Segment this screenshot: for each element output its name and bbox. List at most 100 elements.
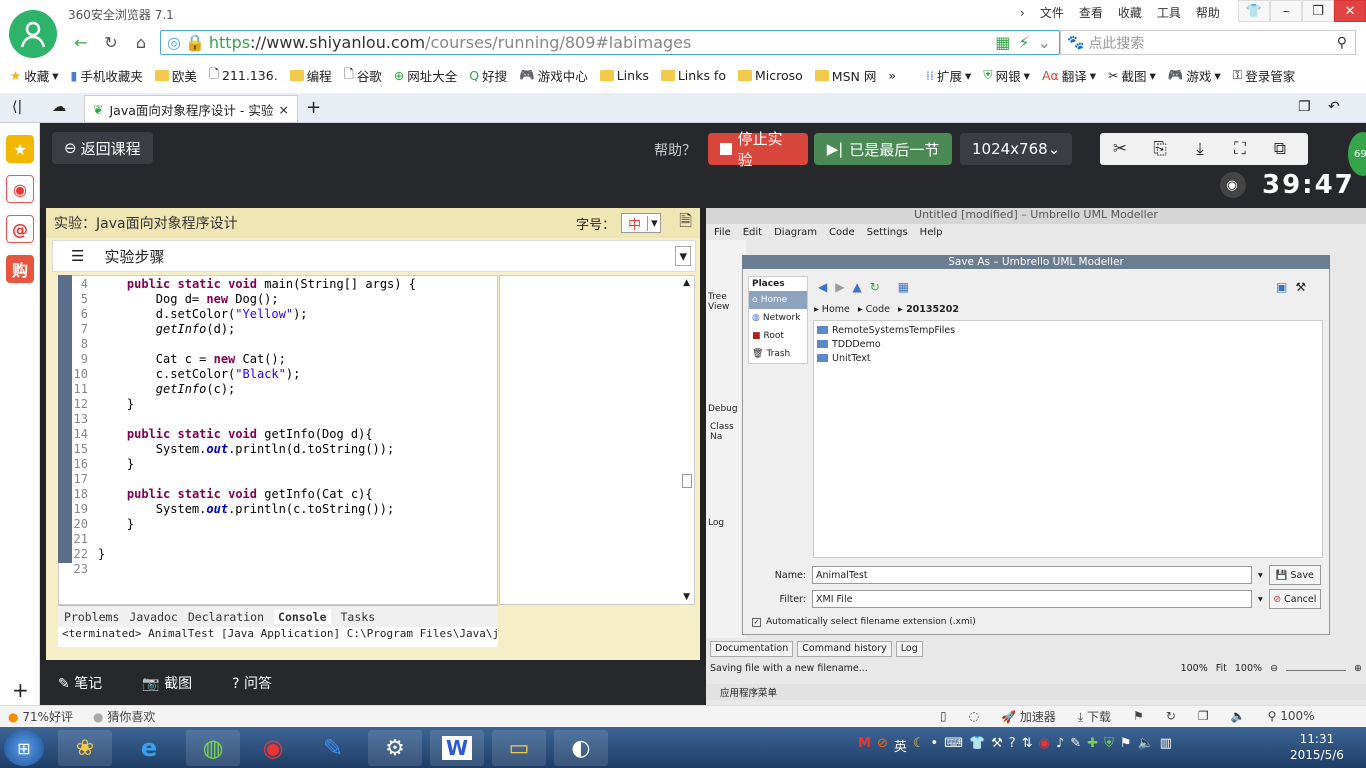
crumb-home[interactable]: ▸ Home bbox=[814, 304, 850, 315]
cancel-button[interactable]: ⊘ Cancel bbox=[1268, 589, 1321, 609]
tab-close-icon[interactable]: × bbox=[279, 102, 289, 117]
bookmark-games[interactable]: 🎮 游戏中心 bbox=[519, 66, 588, 85]
tab-list-icon[interactable]: ❐ bbox=[1298, 99, 1311, 115]
guess-you-like[interactable]: ● 猜你喜欢 bbox=[93, 708, 155, 725]
zoom-out-icon[interactable]: ⊖ bbox=[1270, 663, 1278, 679]
tray-volume-icon[interactable]: 🔈 bbox=[1137, 736, 1153, 755]
tray-arrows-icon[interactable]: ⇅ bbox=[1022, 736, 1033, 755]
tray-netease-icon[interactable]: ◉ bbox=[1039, 736, 1050, 755]
tray-help-icon[interactable]: ? bbox=[1009, 736, 1016, 755]
fit-button[interactable]: Fit bbox=[1216, 663, 1227, 679]
bookmark-google[interactable]: 🗋 谷歌 bbox=[344, 65, 382, 86]
chevron-down-icon[interactable]: ▾ bbox=[1258, 570, 1263, 581]
qa-button[interactable]: ? 问答 bbox=[232, 673, 272, 693]
vm-app-menu[interactable]: 应用程序菜单 bbox=[720, 685, 777, 699]
list-icon[interactable]: ☰ bbox=[71, 247, 84, 265]
weibo-icon[interactable]: ◉ bbox=[6, 175, 34, 203]
place-root[interactable]: ■ Root bbox=[749, 327, 807, 345]
taskbar-360-browser-icon[interactable]: ◍ bbox=[186, 730, 240, 766]
taskbar-clock[interactable]: 11:31 2015/5/6 bbox=[1290, 731, 1344, 763]
back-arrow-icon[interactable]: ◀ bbox=[818, 280, 827, 294]
file-item[interactable]: UnitText bbox=[817, 351, 1319, 365]
font-size-select[interactable]: 中 ▾ bbox=[621, 213, 662, 233]
name-field[interactable]: AnimalTest bbox=[812, 566, 1252, 584]
user-avatar[interactable] bbox=[9, 10, 57, 58]
place-home[interactable]: ⌂ Home bbox=[749, 291, 807, 309]
rating[interactable]: ● 71%好评 bbox=[8, 708, 73, 725]
place-network[interactable]: ◍ Network bbox=[749, 309, 807, 327]
skin-icon[interactable]: 👕 bbox=[1238, 0, 1270, 22]
document-icon[interactable]: 🗎 bbox=[679, 210, 692, 237]
lightning-icon[interactable]: ⚡ bbox=[1018, 33, 1029, 52]
tab-console[interactable]: Console bbox=[274, 609, 331, 624]
ext-translate[interactable]: Aα 翻译 ▾ bbox=[1042, 66, 1096, 85]
volume-icon[interactable]: 🔈 bbox=[1231, 709, 1246, 723]
sidebar-toggle-icon[interactable]: ⟨| bbox=[12, 99, 22, 115]
uml-menu-file[interactable]: File bbox=[714, 227, 731, 238]
tab-documentation[interactable]: Documentation bbox=[710, 641, 794, 657]
resolution-select[interactable]: 1024x768 ⌄ bbox=[960, 133, 1072, 165]
more-bookmarks-icon[interactable]: » bbox=[888, 68, 896, 83]
file-item[interactable]: TDDDemo bbox=[817, 337, 1319, 351]
screen-share-icon[interactable]: ⎘ bbox=[1140, 133, 1180, 165]
up-arrow-icon[interactable]: ▲ bbox=[852, 280, 861, 294]
help-link[interactable]: 帮助？ bbox=[654, 140, 696, 160]
qr-icon[interactable]: ▦ bbox=[995, 33, 1010, 52]
download-icon[interactable]: ⤓ bbox=[1180, 133, 1220, 165]
undo-icon[interactable]: ↶ bbox=[1328, 99, 1340, 115]
minimize-button[interactable]: – bbox=[1270, 0, 1302, 22]
screenshot-button[interactable]: 📷 截图 bbox=[142, 673, 192, 693]
uml-menu-diagram[interactable]: Diagram bbox=[774, 227, 817, 238]
start-button[interactable]: ⊞ bbox=[4, 730, 44, 766]
tab-command-history[interactable]: Command history bbox=[797, 641, 892, 657]
forward-arrow-icon[interactable]: ▶ bbox=[835, 280, 844, 294]
scrollbar-thumb[interactable] bbox=[682, 474, 692, 488]
search-icon[interactable]: ⚲ bbox=[1337, 35, 1355, 51]
tray-ime[interactable]: 英 bbox=[894, 736, 907, 755]
crumb-code[interactable]: ▸ Code bbox=[858, 304, 890, 315]
stop-lab-button[interactable]: 停止实验 bbox=[708, 130, 808, 169]
scroll-down-icon[interactable]: ▼ bbox=[683, 592, 690, 602]
scroll-up-icon[interactable]: ▲ bbox=[683, 278, 690, 288]
window-icon[interactable]: ❐ bbox=[1198, 709, 1209, 723]
url-bar[interactable]: ◎ 🔒 https://www.shiyanlou.com/courses/ru… bbox=[160, 30, 1060, 55]
chevron-down-icon[interactable]: ▾ bbox=[675, 246, 691, 266]
tab-log[interactable]: Log bbox=[895, 641, 923, 657]
tab-tasks[interactable]: Tasks bbox=[341, 610, 376, 624]
swirl-icon[interactable]: ◌ bbox=[969, 709, 979, 723]
tab-active[interactable]: ❦ Java面向对象程序设计 - 实验楼 × bbox=[84, 95, 298, 122]
tray-shirt-icon[interactable]: 👕 bbox=[969, 736, 985, 755]
taskbar-explorer-icon[interactable]: ▭ bbox=[492, 730, 546, 766]
last-section-button[interactable]: ▶| 已是最后一节 bbox=[814, 133, 952, 165]
phone-icon[interactable]: ▯ bbox=[940, 709, 947, 723]
auto-extension-checkbox[interactable]: ✓ bbox=[752, 617, 761, 627]
zoom-slider[interactable] bbox=[1286, 663, 1347, 671]
tray-dot-icon[interactable]: • bbox=[931, 736, 939, 755]
external-link-icon[interactable]: ⧉ bbox=[1260, 133, 1300, 165]
fullscreen-icon[interactable]: ⛶ bbox=[1220, 133, 1260, 165]
bookmark-oumei[interactable]: 欧美 bbox=[154, 66, 197, 85]
mail-icon[interactable]: @ bbox=[6, 215, 34, 243]
tab-declaration[interactable]: Declaration bbox=[188, 610, 264, 624]
refresh-icon[interactable]: ↻ bbox=[1166, 709, 1176, 723]
tray-flag-icon[interactable]: ⚑ bbox=[1120, 736, 1132, 755]
bookmark-links-fo[interactable]: Links fo bbox=[660, 68, 726, 83]
favorites-star-icon[interactable]: ★ bbox=[6, 135, 34, 163]
back-to-course-button[interactable]: ⊖ 返回课程 bbox=[52, 132, 153, 164]
filter-field[interactable]: XMI File bbox=[812, 590, 1252, 608]
home-icon[interactable]: ⌂ bbox=[126, 28, 156, 56]
place-trash[interactable]: 🗑 Trash bbox=[749, 345, 807, 363]
menu-help[interactable]: 帮助 bbox=[1196, 4, 1220, 21]
new-tab-button[interactable]: + bbox=[306, 97, 321, 118]
bookmark-links[interactable]: Links bbox=[599, 68, 649, 83]
tray-plus-icon[interactable]: ✚ bbox=[1087, 736, 1098, 755]
menu-file[interactable]: 文件 bbox=[1040, 4, 1064, 21]
chevron-down-icon[interactable]: ⌄ bbox=[1038, 33, 1051, 52]
bookmark-sites[interactable]: ⊕ 网址大全 bbox=[394, 66, 458, 85]
ext-extensions[interactable]: ⁞⁞ 扩展 ▾ bbox=[926, 66, 971, 85]
uml-menu-code[interactable]: Code bbox=[829, 227, 855, 238]
bookmark-211[interactable]: 🗋 211.136. bbox=[209, 65, 278, 86]
zoom-in-icon[interactable]: ⊕ bbox=[1354, 663, 1362, 679]
search-input[interactable]: 点此搜索 bbox=[1088, 33, 1144, 53]
bookmark-icon[interactable]: ▦ bbox=[898, 280, 909, 294]
